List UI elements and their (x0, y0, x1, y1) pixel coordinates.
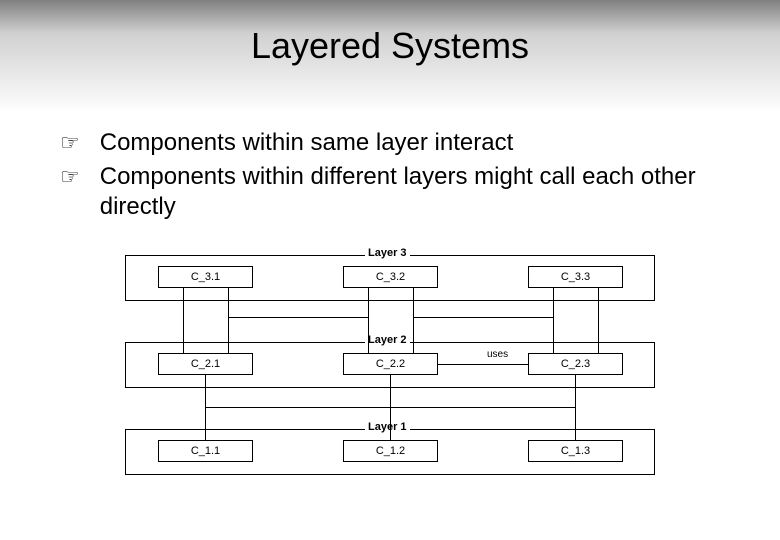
component-box: C_1.3 (528, 440, 623, 462)
slide-title: Layered Systems (0, 25, 780, 67)
component-box: C_1.1 (158, 440, 253, 462)
connector (390, 407, 575, 408)
connector (368, 288, 369, 353)
component-box: C_3.3 (528, 266, 623, 288)
bullet-text: Components within same layer interact (100, 128, 514, 158)
pointing-hand-icon: ☞ (60, 162, 80, 192)
bullet-item: ☞ Components within different layers mig… (60, 162, 740, 222)
connector (553, 288, 554, 353)
connector (413, 317, 553, 318)
component-box: C_2.3 (528, 353, 623, 375)
uses-label: uses (485, 349, 510, 360)
header-gradient: Layered Systems (0, 0, 780, 110)
component-box: C_1.2 (343, 440, 438, 462)
bullet-item: ☞ Components within same layer interact (60, 128, 740, 158)
layer-label-2: Layer 2 (365, 334, 410, 346)
connector (228, 288, 229, 353)
bullet-list: ☞ Components within same layer interact … (60, 128, 740, 222)
pointing-hand-icon: ☞ (60, 128, 80, 158)
connector (205, 407, 390, 408)
connector (575, 375, 576, 440)
layered-diagram: Layer 3 C_3.1 C_3.2 C_3.3 Layer 2 C_2.1 … (125, 247, 655, 482)
layer-label-3: Layer 3 (365, 247, 410, 259)
component-box: C_3.2 (343, 266, 438, 288)
component-box: C_2.2 (343, 353, 438, 375)
layer-label-1: Layer 1 (365, 421, 410, 433)
connector (438, 364, 528, 365)
connector (183, 288, 184, 353)
connector (598, 288, 599, 353)
component-box: C_3.1 (158, 266, 253, 288)
connector (228, 317, 368, 318)
bullet-text: Components within different layers might… (100, 162, 740, 222)
component-box: C_2.1 (158, 353, 253, 375)
connector (413, 288, 414, 353)
